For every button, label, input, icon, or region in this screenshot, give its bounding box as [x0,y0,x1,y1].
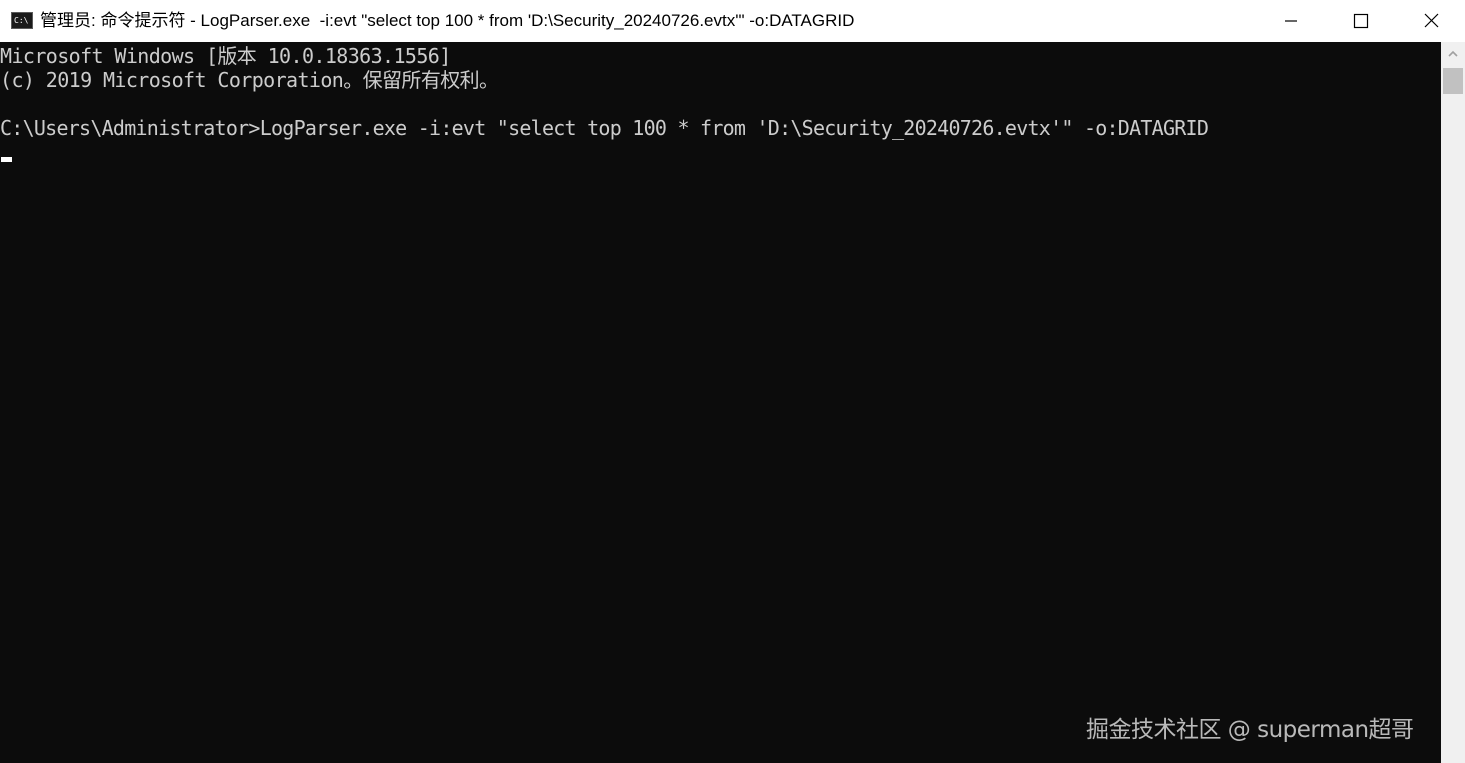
minimize-button[interactable] [1256,0,1326,42]
close-icon [1424,13,1439,28]
vertical-scrollbar[interactable] [1441,42,1465,763]
console-line-command: C:\Users\Administrator>LogParser.exe -i:… [0,116,1209,140]
text-cursor [1,157,12,162]
close-button[interactable] [1396,0,1465,42]
scroll-up-button[interactable] [1441,42,1465,66]
scrollbar-thumb[interactable] [1443,68,1463,94]
title-bar[interactable]: C:\ 管理员: 命令提示符 - LogParser.exe -i:evt "s… [0,0,1465,42]
command-prompt-window: C:\ 管理员: 命令提示符 - LogParser.exe -i:evt "s… [0,0,1465,763]
cmd-icon[interactable]: C:\ [11,12,33,29]
maximize-button[interactable] [1326,0,1396,42]
cmd-icon-text: C:\ [14,16,29,25]
console-line-version: Microsoft Windows [版本 10.0.18363.1556] [0,44,451,68]
window-title: 管理员: 命令提示符 - LogParser.exe -i:evt "selec… [40,11,855,30]
console-output[interactable]: Microsoft Windows [版本 10.0.18363.1556] (… [0,42,1441,763]
maximize-icon [1353,13,1369,29]
chevron-up-icon [1448,50,1458,57]
minimize-icon [1285,20,1297,22]
console-line-copyright: (c) 2019 Microsoft Corporation。保留所有权利。 [0,68,499,92]
watermark: 掘金技术社区 @ superman超哥 [1086,717,1414,743]
